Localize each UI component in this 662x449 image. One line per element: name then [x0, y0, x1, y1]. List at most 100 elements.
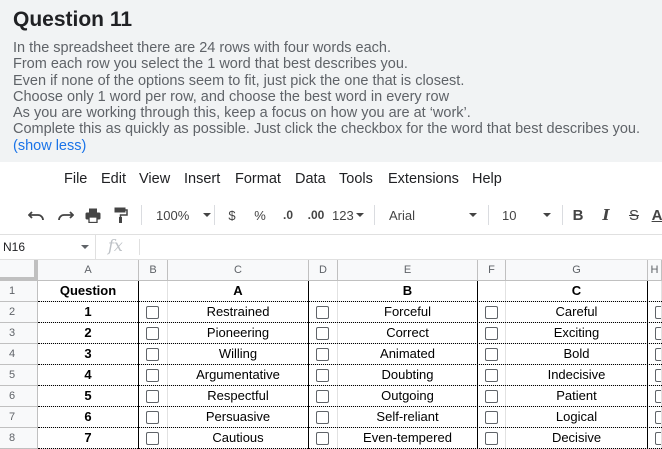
option-c-word[interactable]: Exciting	[506, 323, 648, 344]
paint-format-button[interactable]	[111, 196, 131, 234]
header-question[interactable]: Question	[38, 281, 139, 302]
select-all-corner[interactable]	[0, 260, 38, 281]
checkbox-option-c[interactable]	[485, 348, 498, 361]
checkbox-option-a[interactable]	[146, 306, 159, 319]
checkbox-option-d[interactable]	[655, 432, 661, 445]
checkbox-option-b[interactable]	[316, 348, 329, 361]
col-header-g[interactable]: G	[506, 260, 648, 281]
option-b-word[interactable]: Outgoing	[338, 386, 478, 407]
row-header-5[interactable]: 5	[0, 365, 38, 386]
checkbox-option-b[interactable]	[316, 327, 329, 340]
option-b-word[interactable]: Correct	[338, 323, 478, 344]
strikethrough-button[interactable]: S	[624, 196, 644, 234]
checkbox-option-c[interactable]	[485, 327, 498, 340]
header-option-a[interactable]: A	[168, 281, 309, 302]
formula-input[interactable]	[148, 235, 658, 259]
font-size-select[interactable]: 10	[496, 196, 556, 234]
option-c-word[interactable]: Patient	[506, 386, 648, 407]
col-header-d[interactable]: D	[309, 260, 338, 281]
checkbox-option-c[interactable]	[485, 390, 498, 403]
col-header-c[interactable]: C	[168, 260, 309, 281]
menu-tools[interactable]: Tools	[339, 171, 373, 187]
option-b-word[interactable]: Doubting	[338, 365, 478, 386]
bold-button[interactable]: B	[568, 196, 588, 234]
question-number[interactable]: 4	[38, 365, 139, 386]
col-header-e[interactable]: E	[338, 260, 478, 281]
menu-view[interactable]: View	[139, 171, 170, 187]
option-a-word[interactable]: Persuasive	[168, 407, 309, 428]
question-number[interactable]: 2	[38, 323, 139, 344]
header-option-b[interactable]: B	[338, 281, 478, 302]
option-c-word[interactable]: Indecisive	[506, 365, 648, 386]
option-a-word[interactable]: Willing	[168, 344, 309, 365]
option-b-word[interactable]: Self-reliant	[338, 407, 478, 428]
checkbox-option-d[interactable]	[655, 327, 661, 340]
checkbox-option-a[interactable]	[146, 432, 159, 445]
question-number[interactable]: 3	[38, 344, 139, 365]
show-less-link[interactable]: (show less)	[13, 138, 86, 154]
menu-data[interactable]: Data	[295, 171, 326, 187]
option-c-word[interactable]: Logical	[506, 407, 648, 428]
option-a-word[interactable]: Restrained	[168, 302, 309, 323]
checkbox-option-b[interactable]	[316, 432, 329, 445]
menu-help[interactable]: Help	[472, 171, 502, 187]
menu-edit[interactable]: Edit	[101, 171, 126, 187]
number-format-select[interactable]: 123	[332, 196, 366, 234]
checkbox-option-a[interactable]	[146, 369, 159, 382]
row-header-7[interactable]: 7	[0, 407, 38, 428]
header-option-c[interactable]: C	[506, 281, 648, 302]
cell[interactable]	[139, 281, 168, 302]
menu-extensions[interactable]: Extensions	[388, 171, 459, 187]
cell[interactable]	[309, 281, 338, 302]
menu-file[interactable]: File	[64, 171, 87, 187]
checkbox-option-a[interactable]	[146, 327, 159, 340]
option-c-word[interactable]: Bold	[506, 344, 648, 365]
option-c-word[interactable]: Decisive	[506, 428, 648, 449]
checkbox-option-d[interactable]	[655, 306, 661, 319]
option-a-word[interactable]: Argumentative	[168, 365, 309, 386]
question-number[interactable]: 5	[38, 386, 139, 407]
checkbox-option-c[interactable]	[485, 432, 498, 445]
checkbox-option-b[interactable]	[316, 411, 329, 424]
checkbox-option-a[interactable]	[146, 411, 159, 424]
row-header-4[interactable]: 4	[0, 344, 38, 365]
checkbox-option-d[interactable]	[655, 411, 661, 424]
text-color-button[interactable]: A	[650, 196, 662, 234]
option-c-word[interactable]: Careful	[506, 302, 648, 323]
row-header-1[interactable]: 1	[0, 281, 38, 302]
decrease-decimal-button[interactable]: .0	[277, 196, 299, 234]
col-header-a[interactable]: A	[38, 260, 139, 281]
redo-button[interactable]	[54, 196, 76, 234]
option-a-word[interactable]: Cautious	[168, 428, 309, 449]
checkbox-option-d[interactable]	[655, 348, 661, 361]
font-family-select[interactable]: Arial	[384, 196, 480, 234]
name-box[interactable]: N16	[0, 235, 96, 259]
option-b-word[interactable]: Even-tempered	[338, 428, 478, 449]
menu-format[interactable]: Format	[235, 171, 281, 187]
checkbox-option-b[interactable]	[316, 306, 329, 319]
option-b-word[interactable]: Animated	[338, 344, 478, 365]
row-header-6[interactable]: 6	[0, 386, 38, 407]
cell[interactable]	[648, 281, 662, 302]
row-header-3[interactable]: 3	[0, 323, 38, 344]
print-button[interactable]	[83, 196, 103, 234]
col-header-f[interactable]: F	[478, 260, 506, 281]
option-b-word[interactable]: Forceful	[338, 302, 478, 323]
col-header-b[interactable]: B	[139, 260, 168, 281]
percent-format-button[interactable]: %	[250, 196, 270, 234]
undo-button[interactable]	[26, 196, 48, 234]
checkbox-option-c[interactable]	[485, 369, 498, 382]
option-a-word[interactable]: Respectful	[168, 386, 309, 407]
checkbox-option-c[interactable]	[485, 411, 498, 424]
zoom-select[interactable]: 100%	[150, 196, 212, 234]
question-number[interactable]: 7	[38, 428, 139, 449]
option-a-word[interactable]: Pioneering	[168, 323, 309, 344]
question-number[interactable]: 6	[38, 407, 139, 428]
col-header-h[interactable]: H	[648, 260, 662, 281]
checkbox-option-c[interactable]	[485, 306, 498, 319]
checkbox-option-d[interactable]	[655, 369, 661, 382]
italic-button[interactable]: I	[596, 196, 616, 234]
checkbox-option-b[interactable]	[316, 369, 329, 382]
row-header-2[interactable]: 2	[0, 302, 38, 323]
increase-decimal-button[interactable]: .00	[304, 196, 328, 234]
